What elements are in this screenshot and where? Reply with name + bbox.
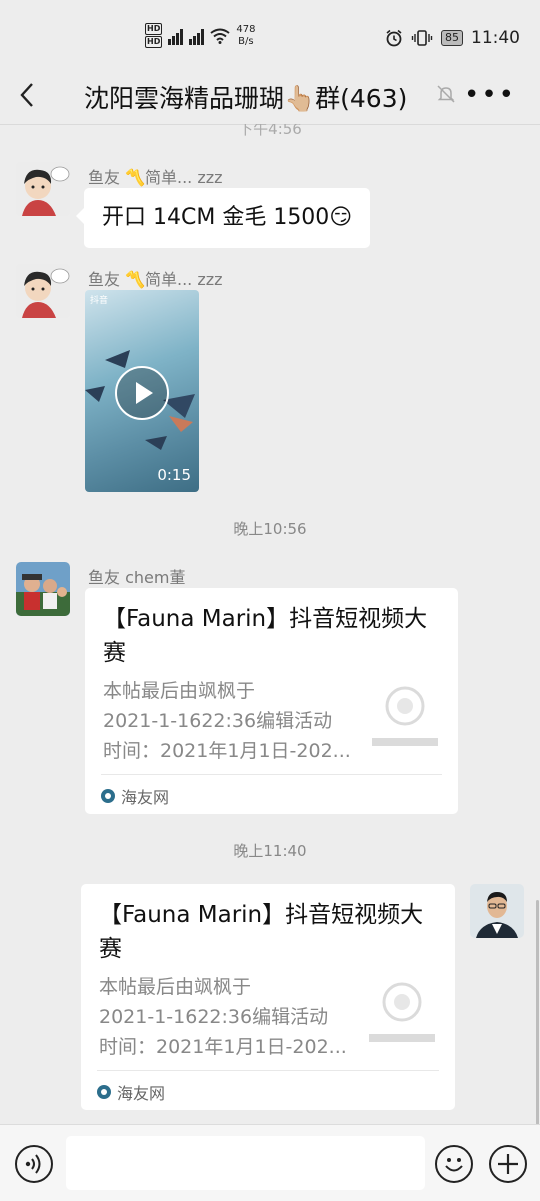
avatar[interactable] xyxy=(16,162,70,216)
link-desc-line: 2021-1-1622:36编辑活动 xyxy=(99,1006,329,1028)
more-options-icon[interactable]: ••• xyxy=(464,80,516,110)
link-thumbnail xyxy=(369,982,435,1042)
vibrate-icon xyxy=(411,30,433,46)
voice-toggle-icon[interactable] xyxy=(15,1145,53,1183)
input-bar xyxy=(0,1124,540,1201)
status-right: 85 11:40 xyxy=(385,28,520,48)
link-card-description: 本帖最后由飒枫于 2021-1-1622:36编辑活动 时间：2021年1月1日… xyxy=(99,972,357,1062)
emoji-icon[interactable] xyxy=(435,1145,473,1183)
mute-bell-icon xyxy=(437,85,455,103)
play-icon[interactable] xyxy=(115,366,169,420)
divider xyxy=(101,774,442,775)
net-speed-unit: B/s xyxy=(238,35,254,47)
sender-name: 鱼友 chem董 xyxy=(88,568,186,587)
link-card-source: 海友网 xyxy=(97,1080,165,1104)
add-attachment-icon[interactable] xyxy=(489,1145,527,1183)
video-message[interactable]: 抖音 0:15 xyxy=(85,290,199,492)
message-bubble[interactable]: 开口 14CM 金毛 1500😏 xyxy=(75,188,371,248)
timestamp: 晚上11:40 xyxy=(233,842,307,860)
sender-name: 鱼友 〽️简单... zzz xyxy=(88,168,223,187)
link-card-title: 【Fauna Marin】抖音短视频大赛 xyxy=(103,606,428,666)
clock: 11:40 xyxy=(471,28,520,48)
chat-title: 沈阳雲海精品珊瑚👆🏼群(463) xyxy=(84,84,408,113)
hd-label: HD xyxy=(145,23,163,35)
link-card[interactable]: 【Fauna Marin】抖音短视频大赛 本帖最后由飒枫于 2021-1-162… xyxy=(81,884,455,1110)
source-logo-icon xyxy=(97,1085,111,1099)
source-logo-icon xyxy=(101,789,115,803)
chat-messages[interactable]: 下午4:56 鱼友 〽️简单... zzz 开口 14CM 金毛 1500😏 鱼… xyxy=(0,124,540,1124)
link-desc-line: 时间：2021年1月1日-202... xyxy=(103,740,351,762)
timestamp: 下午4:56 xyxy=(238,124,302,138)
status-bar: HD HD 478 B/s 85 11:40 xyxy=(0,0,540,66)
scrollbar[interactable] xyxy=(536,900,539,1125)
network-speed: 478 B/s xyxy=(236,24,255,48)
signal-icon xyxy=(168,27,184,45)
avatar[interactable] xyxy=(16,264,70,318)
link-desc-line: 时间：2021年1月1日-202... xyxy=(99,1036,347,1058)
message-input[interactable] xyxy=(66,1136,425,1190)
divider xyxy=(97,1070,439,1071)
net-speed-value: 478 xyxy=(236,23,256,35)
avatar[interactable] xyxy=(16,562,70,616)
signal-icon xyxy=(189,27,205,45)
link-desc-line: 本帖最后由飒枫于 xyxy=(99,976,252,998)
link-desc-line: 本帖最后由飒枫于 xyxy=(103,680,256,702)
chat-header: 沈阳雲海精品珊瑚👆🏼群(463) ••• xyxy=(0,66,540,125)
video-duration: 0:15 xyxy=(157,466,191,484)
avatar[interactable] xyxy=(470,884,524,938)
source-name: 海友网 xyxy=(117,1084,166,1103)
hd-label: HD xyxy=(145,36,163,48)
status-left: HD HD 478 B/s xyxy=(145,22,255,49)
link-card-title: 【Fauna Marin】抖音短视频大赛 xyxy=(99,902,424,962)
alarm-icon xyxy=(386,29,402,47)
battery-indicator: 85 xyxy=(441,30,463,46)
source-name: 海友网 xyxy=(121,788,170,807)
back-arrow-icon[interactable] xyxy=(18,81,36,109)
link-thumbnail xyxy=(372,686,438,746)
sender-name: 鱼友 〽️简单... zzz xyxy=(88,270,223,289)
hd-indicator: HD HD xyxy=(145,22,163,49)
link-card-source: 海友网 xyxy=(101,784,169,808)
timestamp: 晚上10:56 xyxy=(233,520,307,538)
link-card[interactable]: 【Fauna Marin】抖音短视频大赛 本帖最后由飒枫于 2021-1-162… xyxy=(85,588,458,814)
wifi-icon xyxy=(210,28,230,44)
link-desc-line: 2021-1-1622:36编辑活动 xyxy=(103,710,333,732)
link-card-description: 本帖最后由飒枫于 2021-1-1622:36编辑活动 时间：2021年1月1日… xyxy=(103,676,361,766)
